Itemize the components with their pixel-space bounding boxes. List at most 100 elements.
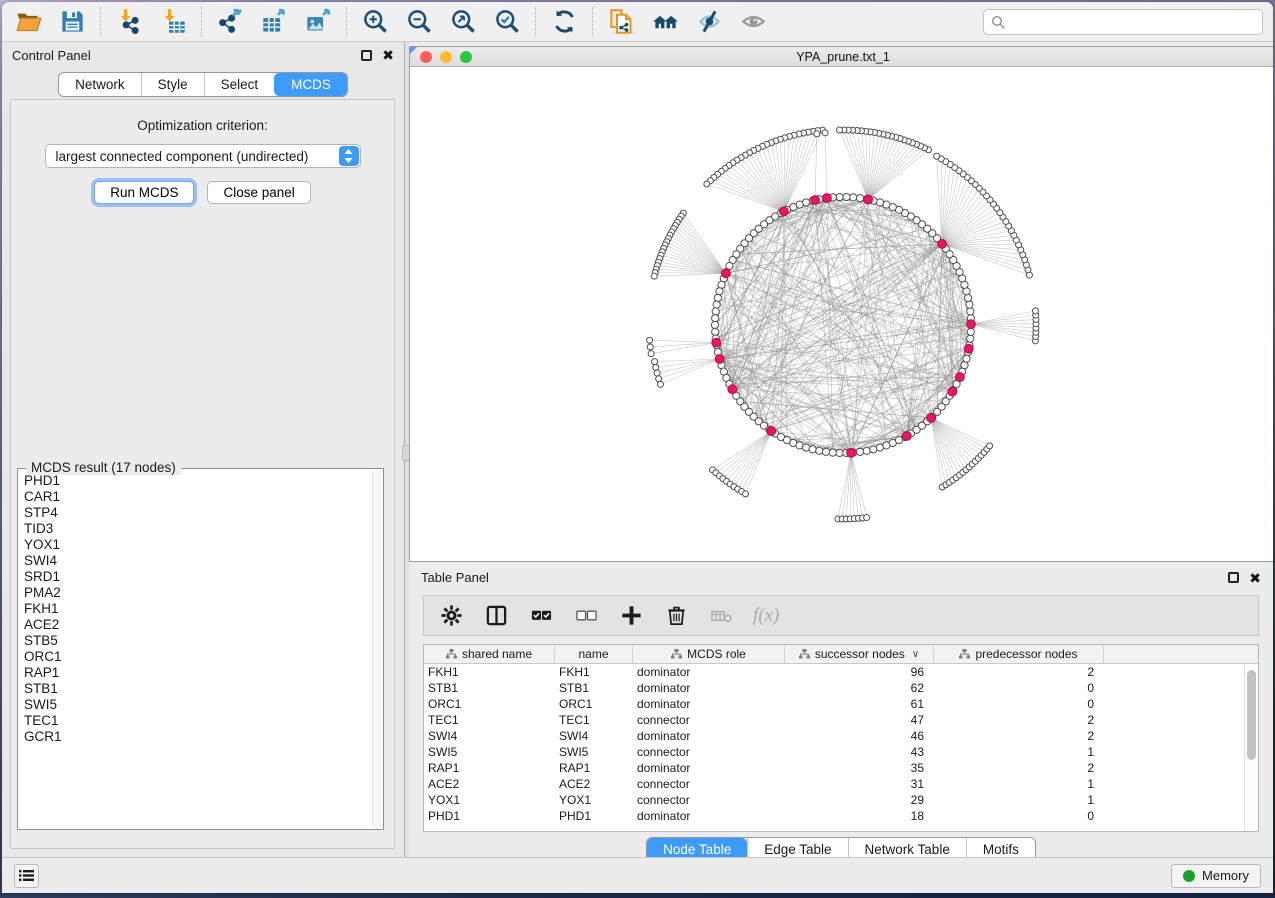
table-cell: TEC1 [424,713,555,727]
table-panel-title: Table Panel [421,570,489,585]
mcds-result-item[interactable]: STP4 [22,505,371,521]
table-cell: TEC1 [555,713,633,727]
mcds-result-item[interactable]: PHD1 [22,473,371,489]
mcds-result-item[interactable]: ORC1 [22,649,371,665]
table-cell: dominator [633,729,785,743]
run-mcds-button[interactable]: Run MCDS [94,181,194,204]
zoom-fit-icon[interactable] [449,8,477,36]
mcds-result-item[interactable]: STB5 [22,633,371,649]
add-column-icon[interactable] [618,603,644,629]
table-scrollbar-thumb[interactable] [1247,670,1256,760]
deselect-all-icon[interactable] [573,603,599,629]
tab-network[interactable]: Network [59,73,141,96]
criterion-select[interactable]: largest connected component (undirected) [45,144,361,168]
hide-details-icon[interactable] [695,8,723,36]
delete-table-icon[interactable] [708,603,734,629]
first-neighbors-icon[interactable] [651,8,679,36]
search-input[interactable] [983,9,1263,35]
table-cell: 0 [934,809,1104,823]
import-table-icon[interactable] [159,8,187,36]
mcds-result-item[interactable]: PMA2 [22,585,371,601]
network-canvas[interactable] [410,67,1273,561]
network-titlebar[interactable]: YPA_prune.txt_1 [410,47,1273,67]
table-cell: YOX1 [424,793,555,807]
mcds-result-item[interactable]: YOX1 [22,537,371,553]
refresh-icon[interactable] [550,8,578,36]
table-cell: 2 [934,761,1104,775]
table-row[interactable]: RAP1RAP1dominator352 [424,760,1244,776]
tab-mcds[interactable]: MCDS [274,73,347,96]
zoom-in-icon[interactable] [361,8,389,36]
clone-network-icon[interactable] [607,8,635,36]
mcds-result-item[interactable]: SWI5 [22,697,371,713]
table-cell: 1 [934,745,1104,759]
table-header-row: shared namenameMCDS rolesuccessor nodes∨… [424,645,1258,664]
mcds-list-scrollbar[interactable] [372,471,381,827]
memory-button[interactable]: Memory [1171,864,1261,888]
mcds-result-item[interactable]: RAP1 [22,665,371,681]
mcds-result-item[interactable]: SRD1 [22,569,371,585]
float-table-panel-icon[interactable] [1228,572,1239,583]
function-builder-icon[interactable]: f(x) [753,605,779,627]
close-table-panel-icon[interactable]: ✖ [1249,571,1261,585]
mcds-tab-content: Optimization criterion: largest connecte… [10,99,395,849]
mcds-result-item[interactable]: FKH1 [22,601,371,617]
export-network-icon[interactable] [216,8,244,36]
mcds-result-item[interactable]: TEC1 [22,713,371,729]
table-row[interactable]: ORC1ORC1dominator610 [424,696,1244,712]
column-header-shared-name[interactable]: shared name [424,645,555,663]
table-cell: 47 [785,713,934,727]
table-row[interactable]: SWI5SWI5connector431 [424,744,1244,760]
zoom-out-icon[interactable] [405,8,433,36]
main-toolbar [2,2,1273,42]
table-row[interactable]: ACE2ACE2connector311 [424,776,1244,792]
window-minimize-traffic-light[interactable] [440,51,452,63]
table-row[interactable]: YOX1YOX1connector291 [424,792,1244,808]
mcds-result-item[interactable]: STB1 [22,681,371,697]
select-all-icon[interactable] [528,603,554,629]
mcds-result-item[interactable]: CAR1 [22,489,371,505]
close-panel-icon[interactable]: ✖ [382,48,394,62]
mcds-result-item[interactable]: TID3 [22,521,371,537]
table-cell: 35 [785,761,934,775]
delete-column-icon[interactable] [663,603,689,629]
import-network-icon[interactable] [115,8,143,36]
mcds-result-item[interactable]: SWI4 [22,553,371,569]
show-columns-icon[interactable] [483,603,509,629]
table-cell: dominator [633,697,785,711]
save-icon[interactable] [58,8,86,36]
column-header-predecessor-nodes[interactable]: predecessor nodes [934,645,1104,663]
table-settings-icon[interactable] [438,603,464,629]
table-cell: 61 [785,697,934,711]
show-details-icon[interactable] [739,8,767,36]
tab-select[interactable]: Select [204,73,275,96]
zoom-selected-icon[interactable] [493,8,521,36]
export-table-icon[interactable] [260,8,288,36]
show-panels-button[interactable] [14,864,39,888]
table-row[interactable]: PHD1PHD1dominator180 [424,808,1244,824]
table-scrollbar[interactable] [1244,664,1258,831]
column-header-MCDS-role[interactable]: MCDS role [633,645,785,663]
table-toolbar: f(x) [423,595,1259,636]
close-panel-button[interactable]: Close panel [207,181,310,204]
tab-style[interactable]: Style [141,73,204,96]
mcds-result-list[interactable]: PHD1CAR1STP4TID3YOX1SWI4SRD1PMA2FKH1ACE2… [22,473,371,827]
table-row[interactable]: TEC1TEC1connector472 [424,712,1244,728]
window-close-traffic-light[interactable] [420,51,432,63]
table-row[interactable]: SWI4SWI4dominator462 [424,728,1244,744]
float-panel-icon[interactable] [361,50,372,61]
table-cell: YOX1 [555,793,633,807]
table-cell: dominator [633,809,785,823]
table-cell: 96 [785,665,934,679]
window-maximize-traffic-light[interactable] [460,51,472,63]
column-header-successor-nodes[interactable]: successor nodes∨ [785,645,934,663]
table-cell: 2 [934,665,1104,679]
column-header-name[interactable]: name [555,645,633,663]
table-row[interactable]: FKH1FKH1dominator962 [424,664,1244,680]
mcds-result-item[interactable]: ACE2 [22,617,371,633]
table-row[interactable]: STB1STB1dominator620 [424,680,1244,696]
table-body[interactable]: FKH1FKH1dominator962STB1STB1dominator620… [424,664,1244,831]
mcds-result-item[interactable]: GCR1 [22,729,371,745]
open-file-icon[interactable] [14,8,42,36]
export-image-icon[interactable] [304,8,332,36]
